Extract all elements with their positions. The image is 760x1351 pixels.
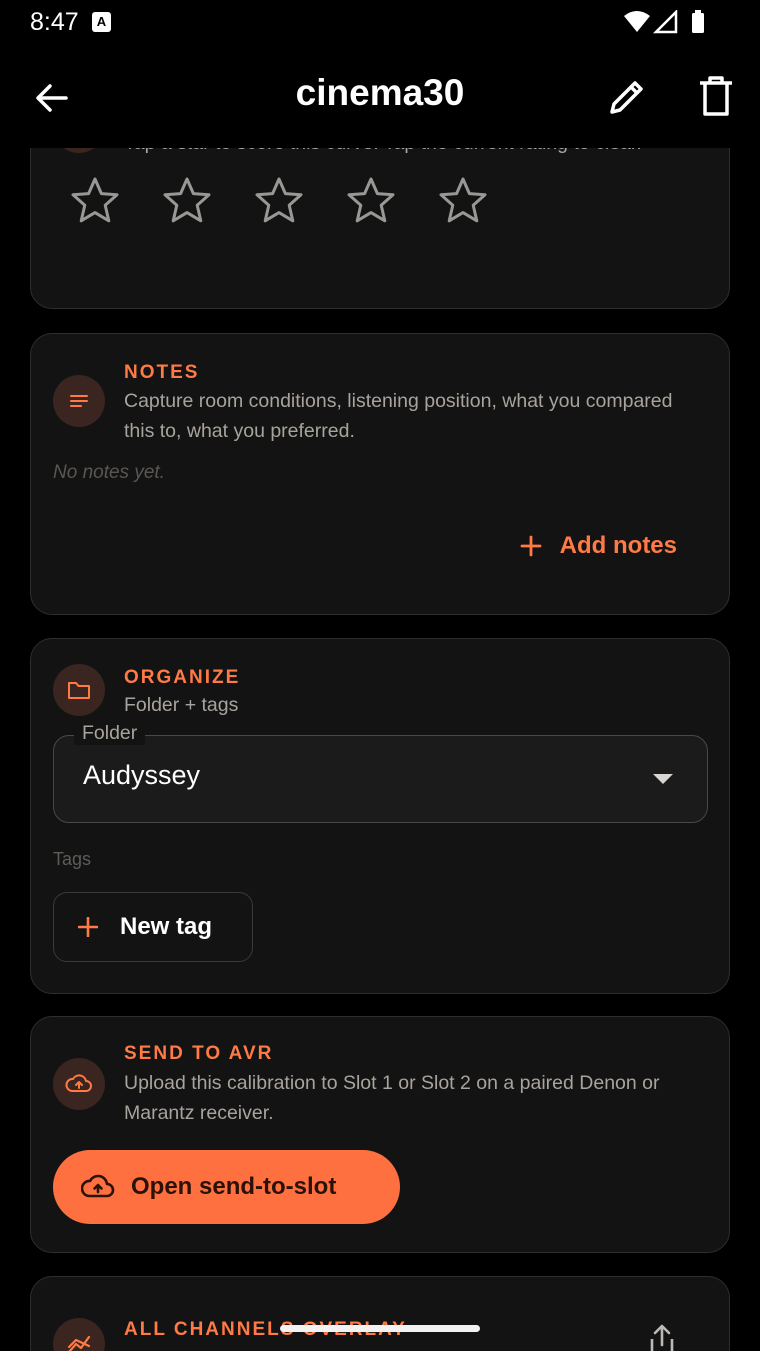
notes-title: NOTES <box>124 362 200 383</box>
new-tag-label: New tag <box>120 913 213 940</box>
open-send-to-slot-button[interactable]: Open send-to-slot <box>53 1150 400 1224</box>
battery-icon <box>692 13 704 33</box>
share-icon[interactable] <box>647 1323 677 1351</box>
notes-description: Capture room conditions, listening posit… <box>124 390 673 442</box>
new-tag-button[interactable]: New tag <box>53 892 253 962</box>
trash-icon[interactable] <box>694 74 738 120</box>
detail-scroll[interactable]: Tap a star to score this curve. Tap the … <box>0 148 760 1351</box>
organize-title: ORGANIZE <box>124 667 241 688</box>
add-notes-label: Add notes <box>559 532 677 559</box>
chart-line-icon <box>67 1335 91 1351</box>
organize-icon-circle <box>53 664 105 716</box>
arrow-left-icon[interactable] <box>30 76 74 120</box>
system-status-icons <box>624 10 704 34</box>
send-title: SEND TO AVR <box>124 1043 274 1064</box>
add-notes-button[interactable]: Add notes <box>520 532 677 560</box>
rating-card: Tap a star to score this curve. Tap the … <box>30 148 730 309</box>
overlay-icon-circle <box>53 1318 105 1351</box>
organize-description: Folder + tags <box>124 694 239 716</box>
rating-star-3[interactable] <box>253 175 305 227</box>
home-indicator[interactable] <box>280 1325 480 1332</box>
send-icon-circle <box>53 1058 105 1110</box>
notes-empty-text: No notes yet. <box>53 462 165 483</box>
rating-star-1[interactable] <box>69 175 121 227</box>
rating-star-4[interactable] <box>345 175 397 227</box>
status-bar: 8:47 A <box>0 0 760 46</box>
signal-icon <box>652 10 678 34</box>
cloud-upload-icon <box>81 1174 115 1198</box>
send-avr-card: SEND TO AVR Upload this calibration to S… <box>30 1016 730 1253</box>
folder-icon <box>68 682 90 699</box>
wifi-icon <box>624 11 650 32</box>
page-title: cinema30 <box>295 72 465 113</box>
tags-label: Tags <box>53 849 92 869</box>
rating-star-2[interactable] <box>161 175 213 227</box>
app-bar: cinema30 <box>0 46 760 148</box>
notification-a-icon: A <box>92 12 111 32</box>
caret-down-icon <box>653 774 673 784</box>
overlay-card: ALL CHANNELS OVERLAY <box>30 1276 730 1351</box>
pencil-icon[interactable] <box>604 74 650 120</box>
send-button-label: Open send-to-slot <box>131 1173 337 1200</box>
folder-value: Audyssey <box>83 760 201 790</box>
star-rating <box>69 175 489 227</box>
plus-icon <box>520 535 542 557</box>
rating-star-5[interactable] <box>437 175 489 227</box>
folder-dropdown[interactable]: Folder Audyssey <box>53 722 708 823</box>
organize-card: ORGANIZE Folder + tags Folder Audyssey T… <box>30 638 730 994</box>
rating-icon-circle <box>53 148 105 153</box>
folder-label: Folder <box>74 722 146 745</box>
cloud-upload-icon <box>65 1074 92 1092</box>
notes-lines-icon <box>70 395 88 407</box>
status-time: 8:47 <box>30 8 79 36</box>
notes-card: NOTES Capture room conditions, listening… <box>30 333 730 615</box>
rating-description: Tap a star to score this curve. Tap the … <box>124 148 642 158</box>
send-description: Upload this calibration to Slot 1 or Slo… <box>124 1072 660 1124</box>
plus-icon <box>78 917 98 937</box>
notes-icon-circle <box>53 375 105 427</box>
